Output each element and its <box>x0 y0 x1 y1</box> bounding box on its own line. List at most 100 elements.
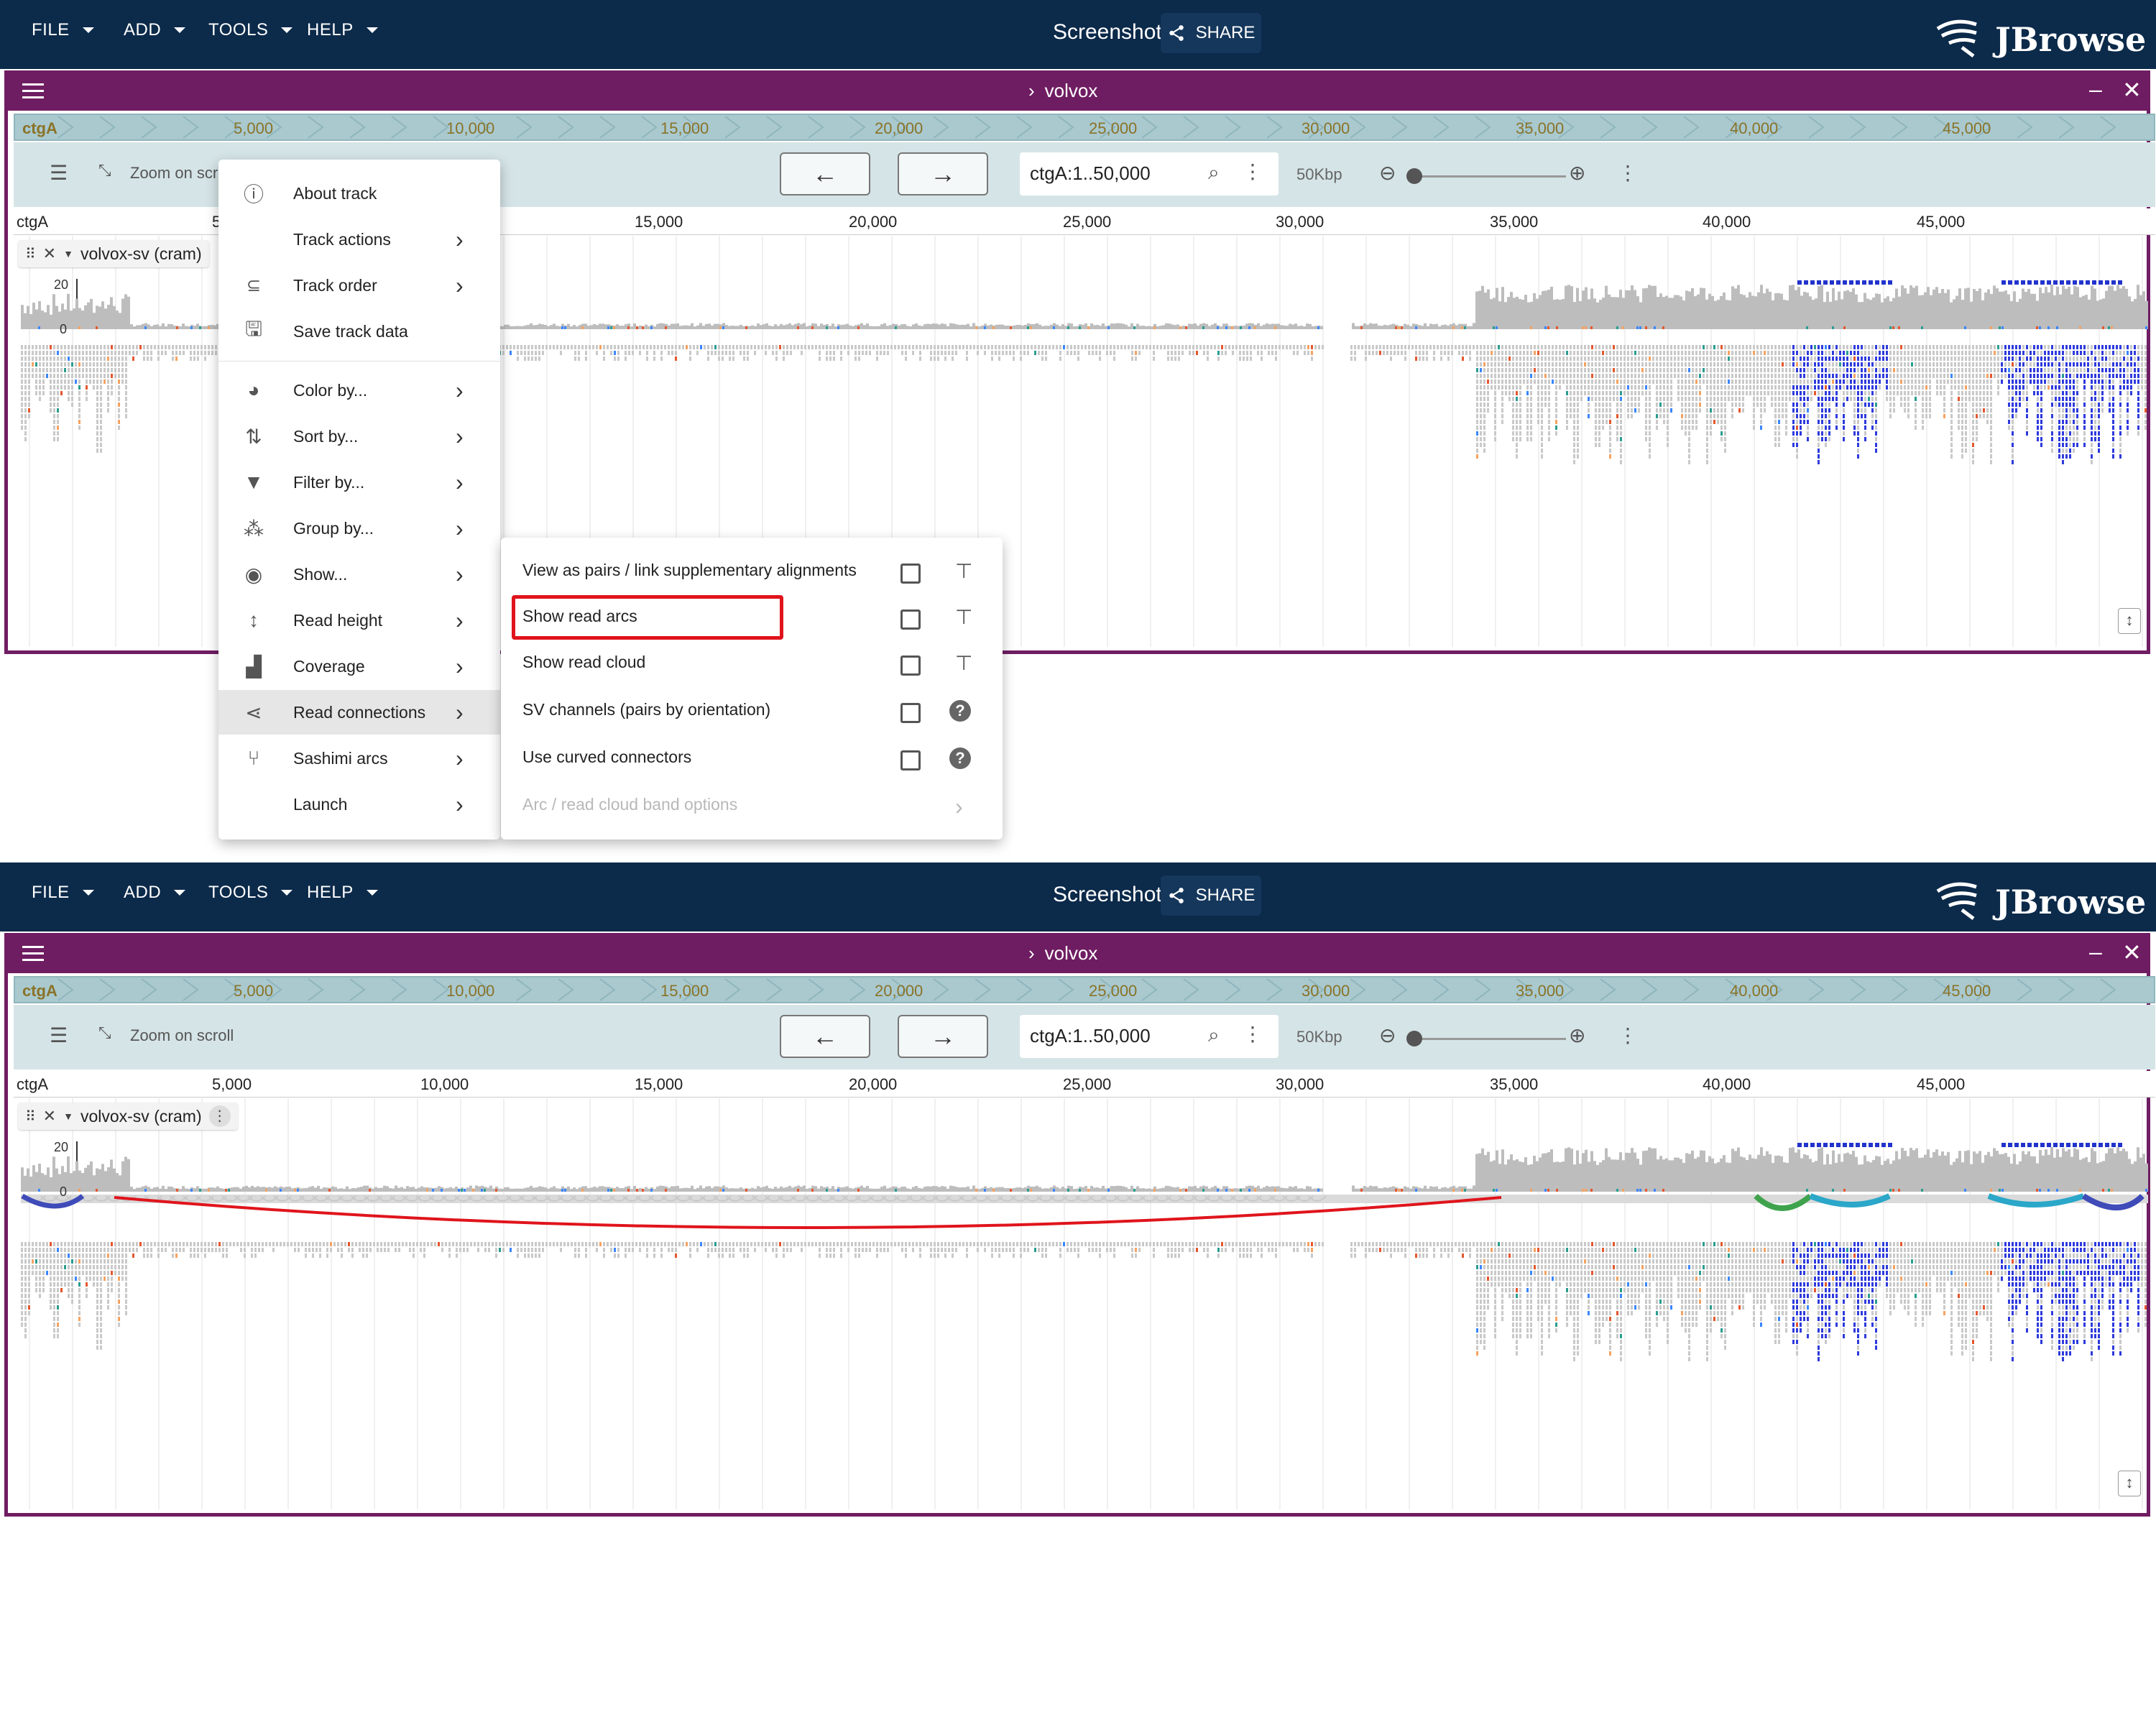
zoom-on-scroll-label[interactable]: Zoom on scroll <box>130 1026 234 1045</box>
file-menu-button[interactable]: FILE <box>32 883 94 903</box>
pan-right-button[interactable]: → <box>898 152 988 196</box>
checkbox[interactable] <box>900 564 921 584</box>
coverage-bar <box>915 323 918 329</box>
read-feature <box>1649 448 1651 453</box>
pin-icon[interactable]: ⊤ <box>955 605 972 629</box>
coverage-bar <box>386 1186 389 1192</box>
view-menu-icon[interactable] <box>22 946 44 962</box>
menu-item-sashimi-arcs[interactable]: ⑂Sashimi arcs› <box>218 736 500 781</box>
help-menu-button[interactable]: HELP <box>307 20 378 40</box>
pan-right-button[interactable]: → <box>898 1015 988 1058</box>
track-height-resize-icon[interactable]: ↕ <box>2118 608 2141 634</box>
help-icon[interactable]: ? <box>949 748 971 769</box>
view-title[interactable]: ›volvox <box>1028 942 1097 965</box>
help-icon[interactable]: ? <box>949 700 971 722</box>
session-name[interactable]: Screenshot <box>1053 20 1162 45</box>
read-feature <box>147 356 149 361</box>
pan-left-button[interactable]: ← <box>780 1015 870 1058</box>
drag-handle-icon[interactable]: ⠿ <box>25 245 36 263</box>
zoom-slider-track[interactable] <box>1415 1038 1566 1040</box>
help-menu-button[interactable]: HELP <box>307 883 378 903</box>
track-label[interactable]: ⠿ ✕ ▼ volvox-sv (cram) <box>18 240 209 267</box>
chevron-down-icon[interactable]: ▼ <box>63 248 73 259</box>
read-feature <box>1580 368 1583 372</box>
menu-item-read-connections[interactable]: ⋖Read connections› <box>218 690 500 735</box>
checkbox[interactable] <box>900 703 921 723</box>
menu-item-show[interactable]: ◉Show...› <box>218 552 500 597</box>
menu-item-track-order[interactable]: ⊆Track order› <box>218 263 500 308</box>
tools-menu-button[interactable]: TOOLS <box>208 20 292 40</box>
more-vert-icon[interactable]: ⋮ <box>1243 160 1263 183</box>
read-feature <box>502 351 505 355</box>
zoom-out-icon[interactable]: ⊖ <box>1379 161 1396 185</box>
zoom-slider-thumb[interactable] <box>1406 1031 1422 1046</box>
location-search-box[interactable]: ctgA:1..50,000 ⌕ ⋮ <box>1020 152 1279 196</box>
view-options-icon[interactable]: ⋮ <box>1618 1024 1638 1047</box>
menu-item-sort-by[interactable]: ⇅Sort by...› <box>218 414 500 459</box>
menu-item-track-actions[interactable]: Track actions› <box>218 217 500 262</box>
close-track-icon[interactable]: ✕ <box>43 244 56 263</box>
search-icon[interactable]: ⌕ <box>1208 161 1220 185</box>
read-feature <box>1839 356 1841 361</box>
more-vert-icon[interactable]: ⋮ <box>1243 1022 1263 1046</box>
track-selector-icon[interactable]: ☰ <box>50 1024 68 1047</box>
track-selector-icon[interactable]: ☰ <box>50 161 68 185</box>
submenu-item-show-read-cloud[interactable]: Show read cloud ⊤ <box>501 640 1003 686</box>
close-view-icon[interactable]: ✕ <box>2122 939 2142 966</box>
view-options-icon[interactable]: ⋮ <box>1618 161 1638 185</box>
tools-menu-button[interactable]: TOOLS <box>208 883 292 903</box>
location-input[interactable]: ctgA:1..50,000 <box>1030 162 1151 185</box>
share-button[interactable]: SHARE <box>1161 13 1261 53</box>
minimize-icon[interactable]: – <box>2089 76 2102 103</box>
menu-item-coverage[interactable]: ▟Coverage› <box>218 644 500 689</box>
zoom-on-scroll-icon[interactable]: ⤡ <box>98 161 111 180</box>
overview-scalebar[interactable]: ctgA 5,000 10,000 15,000 20,000 25,000 3… <box>14 114 2155 141</box>
pin-icon[interactable]: ⊤ <box>955 559 972 583</box>
read-feature <box>1620 402 1622 407</box>
read-feature <box>1516 414 1518 418</box>
read-feature <box>1764 385 1766 390</box>
submenu-item-view-as-pairs[interactable]: View as pairs / link supplementary align… <box>501 548 1003 594</box>
checkbox[interactable] <box>900 750 921 770</box>
menu-item-save-track-data[interactable]: 🖫Save track data <box>218 309 500 354</box>
menu-item-color-by[interactable]: ◕Color by...› <box>218 368 500 413</box>
view-menu-icon[interactable] <box>22 83 44 99</box>
menu-item-group-by[interactable]: ⁂Group by...› <box>218 506 500 551</box>
read-feature <box>2141 380 2143 384</box>
add-menu-button[interactable]: ADD <box>124 883 185 903</box>
zoom-slider-track[interactable] <box>1415 175 1566 178</box>
location-input[interactable]: ctgA:1..50,000 <box>1030 1025 1151 1047</box>
session-name[interactable]: Screenshot <box>1053 883 1162 907</box>
search-icon[interactable]: ⌕ <box>1208 1024 1220 1047</box>
close-view-icon[interactable]: ✕ <box>2122 76 2142 104</box>
view-title[interactable]: ›volvox <box>1028 80 1097 102</box>
zoom-in-icon[interactable]: ⊕ <box>1569 161 1585 185</box>
zoom-in-icon[interactable]: ⊕ <box>1569 1024 1585 1047</box>
zoom-slider-thumb[interactable] <box>1406 168 1422 184</box>
zoom-on-scroll-icon[interactable]: ⤡ <box>98 1024 111 1042</box>
minimize-icon[interactable]: – <box>2089 939 2102 965</box>
share-button[interactable]: SHARE <box>1161 875 1261 916</box>
submenu-item-sv-channels[interactable]: SV channels (pairs by orientation) ? <box>501 687 1003 733</box>
zoom-on-scroll-label[interactable]: Zoom on scr <box>130 164 218 183</box>
menu-item-about-track[interactable]: ⓘAbout track <box>218 171 500 216</box>
read-feature <box>1588 380 1590 384</box>
read-feature <box>1588 385 1590 390</box>
read-feature <box>53 431 55 436</box>
pin-icon[interactable]: ⊤ <box>955 651 972 675</box>
location-search-box[interactable]: ctgA:1..50,000 ⌕ ⋮ <box>1020 1015 1279 1058</box>
alignments-track-area[interactable]: ⠿ ✕ ▼ volvox-sv (cram) ⋮ 20 0 ↕ <box>14 1098 2155 1509</box>
menu-item-filter-by[interactable]: ▼Filter by...› <box>218 460 500 505</box>
checkbox[interactable] <box>900 656 921 676</box>
menu-item-read-height[interactable]: ↕Read height› <box>218 598 500 643</box>
coverage-bar <box>1700 288 1703 329</box>
menu-item-launch[interactable]: Launch› <box>218 782 500 827</box>
checkbox[interactable] <box>900 610 921 630</box>
overview-scalebar[interactable]: ctgA 5,000 10,000 15,000 20,000 25,000 3… <box>14 976 2155 1003</box>
pan-left-button[interactable]: ← <box>780 152 870 196</box>
add-menu-button[interactable]: ADD <box>124 20 185 40</box>
file-menu-button[interactable]: FILE <box>32 20 94 40</box>
read-feature <box>1994 374 1996 378</box>
zoom-out-icon[interactable]: ⊖ <box>1379 1024 1396 1047</box>
submenu-item-curved-connectors[interactable]: Use curved connectors ? <box>501 735 1003 781</box>
